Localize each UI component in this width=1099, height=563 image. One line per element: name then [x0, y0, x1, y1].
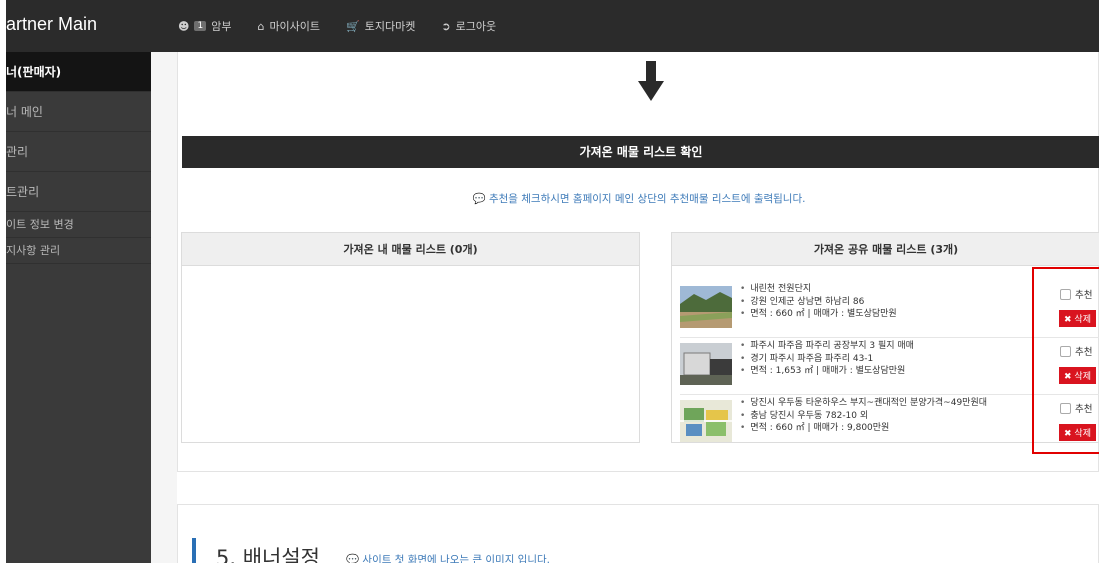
- logout-icon: ➲: [441, 19, 451, 33]
- nav-account-label: 암부: [211, 20, 232, 33]
- listing-address: 강원 인제군 상남면 하남리 86: [740, 296, 897, 309]
- sidebar: 너(판매자) 너 메인 관리 트관리 이트 정보 변경 지사항 관리: [6, 52, 151, 563]
- nav-mysite[interactable]: ⌂ 마이사이트: [257, 18, 320, 34]
- listing-price: 면적 : 1,653 ㎡ | 매매가 : 별도상담만원: [740, 365, 914, 378]
- section-accent-bar: [192, 538, 196, 563]
- chat-icon: 💬: [346, 554, 360, 563]
- nav-account[interactable]: ☻ 1 암부: [178, 18, 231, 34]
- my-listings-box: 가져온 내 매물 리스트 (0개): [181, 232, 640, 443]
- top-nav: ☻ 1 암부 ⌂ 마이사이트 🛒 토지다마켓 ➲ 로그아웃: [178, 18, 496, 34]
- listing-details: 파주시 파주읍 파주리 공장부지 3 필지 매매 경기 파주시 파주읍 파주리 …: [740, 340, 914, 378]
- listing-panel: 가져온 매물 리스트 확인 💬 추천을 체크하시면 홈페이지 메인 상단의 추천…: [177, 52, 1099, 472]
- highlight-box: [1032, 267, 1099, 454]
- sidebar-item-list-manage[interactable]: 트관리: [6, 172, 151, 212]
- down-arrow-icon: [638, 61, 664, 101]
- listing-thumbnail[interactable]: [680, 343, 732, 385]
- listing-details: 내린천 전원단지 강원 인제군 상남면 하남리 86 면적 : 660 ㎡ | …: [740, 283, 897, 321]
- listing-title[interactable]: 당진시 우두동 타운하우스 부지~괜대적인 분양가격~49만원대: [740, 397, 987, 410]
- sidebar-item-site-info[interactable]: 이트 정보 변경: [6, 212, 151, 238]
- nav-market-label: 토지다마켓: [364, 20, 416, 33]
- user-icon: ☻: [178, 19, 190, 33]
- sidebar-item-manage[interactable]: 관리: [6, 132, 151, 172]
- top-navigation-bar: artner Main ☻ 1 암부 ⌂ 마이사이트 🛒 토지다마켓 ➲ 로그아…: [6, 0, 1099, 52]
- banner-section-title: 5. 배너설정: [216, 546, 320, 563]
- sidebar-item-notice[interactable]: 지사항 관리: [6, 238, 151, 264]
- banner-section-subtitle: 💬 사이트 첫 화면에 나오는 큰 이미지 입니다.: [346, 552, 550, 563]
- listing-price: 면적 : 660 ㎡ | 매매가 : 9,800만원: [740, 422, 987, 435]
- chat-icon: 💬: [472, 193, 486, 205]
- listing-price: 면적 : 660 ㎡ | 매매가 : 별도상담만원: [740, 308, 896, 321]
- notice-text: 추천을 체크하시면 홈페이지 메인 상단의 추천매물 리스트에 출력됩니다.: [488, 193, 806, 205]
- sidebar-item-partner[interactable]: 너(판매자): [6, 52, 151, 92]
- listing-title[interactable]: 파주시 파주읍 파주리 공장부지 3 필지 매매: [740, 340, 914, 353]
- listing-title[interactable]: 내린천 전원단지: [740, 283, 897, 296]
- nav-market[interactable]: 🛒 토지다마켓: [346, 18, 415, 34]
- listing-details: 당진시 우두동 타운하우스 부지~괜대적인 분양가격~49만원대 충남 당진시 …: [740, 397, 987, 435]
- user-badge: 1: [194, 21, 207, 31]
- nav-mysite-label: 마이사이트: [269, 20, 321, 33]
- section-title: 가져온 매물 리스트 확인: [182, 136, 1099, 168]
- recommend-notice: 💬 추천을 체크하시면 홈페이지 메인 상단의 추천매물 리스트에 출력됩니다.: [178, 191, 1099, 206]
- home-icon: ⌂: [257, 19, 265, 33]
- listing-thumbnail[interactable]: [680, 400, 732, 442]
- my-listings-title: 가져온 내 매물 리스트 (0개): [182, 233, 639, 266]
- sidebar-item-partner-main[interactable]: 너 메인: [6, 92, 151, 132]
- banner-subtitle-text: 사이트 첫 화면에 나오는 큰 이미지 입니다.: [362, 554, 551, 563]
- shared-listings-title: 가져온 공유 매물 리스트 (3개): [672, 233, 1099, 266]
- cart-icon: 🛒: [346, 19, 360, 33]
- listing-address: 충남 당진시 우두동 782-10 외: [740, 410, 987, 423]
- listing-address: 경기 파주시 파주읍 파주리 43-1: [740, 353, 914, 366]
- listing-thumbnail[interactable]: [680, 286, 732, 328]
- nav-logout-label: 로그아웃: [455, 20, 497, 33]
- nav-logout[interactable]: ➲ 로그아웃: [441, 18, 496, 34]
- banner-settings-panel: 5. 배너설정 💬 사이트 첫 화면에 나오는 큰 이미지 입니다.: [177, 504, 1099, 563]
- content-gutter: [151, 52, 177, 563]
- brand-title[interactable]: artner Main: [6, 14, 97, 35]
